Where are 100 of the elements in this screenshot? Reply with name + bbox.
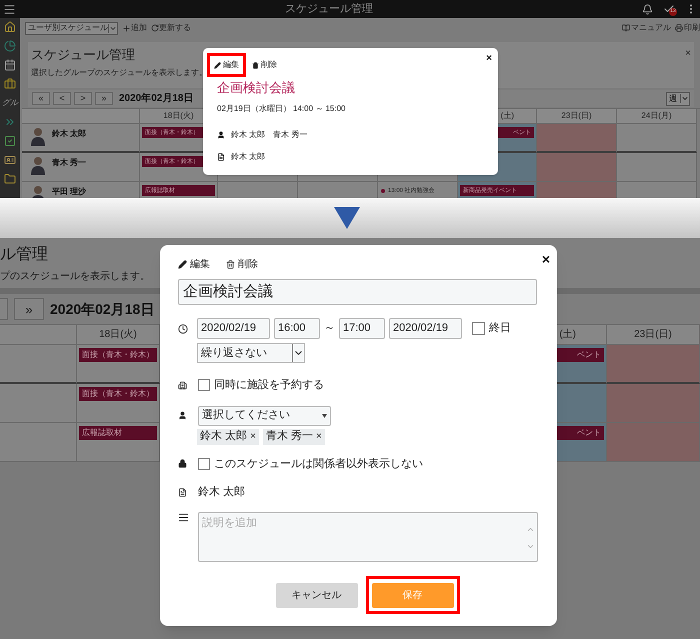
schedule-cell[interactable] <box>617 124 697 153</box>
schedule-cell[interactable] <box>607 423 700 462</box>
checkbox[interactable] <box>198 379 210 392</box>
header-cell: 23日(日) <box>607 325 700 345</box>
range-select[interactable]: 週 <box>666 92 690 106</box>
close-button[interactable]: × <box>542 249 550 270</box>
header-cell: 18日(火) <box>77 325 160 345</box>
person-icon <box>178 411 187 420</box>
nav-button[interactable]: » <box>14 298 44 320</box>
member-name: 平田 理沙 <box>52 186 86 198</box>
avatar-icon <box>30 126 46 146</box>
schedule-cell[interactable]: 広報誌取材 <box>77 423 160 462</box>
pencil-icon <box>214 62 221 68</box>
close-button[interactable]: × <box>685 48 691 60</box>
building-icon <box>178 380 187 390</box>
pie-chart-icon[interactable] <box>4 40 16 52</box>
description-icon <box>178 512 189 522</box>
edit-button[interactable]: 編集 <box>214 59 239 71</box>
lock-icon <box>178 459 187 468</box>
nav-button[interactable]: < <box>53 92 71 105</box>
delete-button[interactable]: 削除 <box>252 59 277 71</box>
remove-button[interactable]: × <box>250 432 256 442</box>
document-icon <box>217 152 225 160</box>
start-time-input[interactable]: 16:00 <box>274 318 320 339</box>
manual-link[interactable]: マニュアル <box>622 22 671 34</box>
schedule-cell[interactable]: 面接（青木・鈴木） <box>77 384 160 423</box>
member-name: 青木 秀一 <box>52 157 86 169</box>
checkbox[interactable] <box>472 322 485 335</box>
schedule-cell[interactable] <box>607 345 700 384</box>
cancel-button[interactable]: キャンセル <box>276 582 358 608</box>
checkbox[interactable] <box>198 458 210 470</box>
chevron-down-icon <box>292 344 304 362</box>
owner-name: 鈴木 太郎 <box>198 484 246 500</box>
print-button[interactable]: 印刷 <box>675 22 700 34</box>
checkbox-label: このスケジュールは関係者以外表示しない <box>214 456 423 472</box>
start-date-input[interactable]: 2020/02/19 <box>197 318 270 339</box>
view-select[interactable]: ユーザ別スケジュール <box>25 22 118 34</box>
current-date: 2020年02月18日 <box>119 92 194 106</box>
chevron-down-icon <box>680 94 689 103</box>
remove-button[interactable]: × <box>316 432 322 442</box>
trash-icon <box>226 260 235 268</box>
menu-icon[interactable] <box>3 2 16 16</box>
checkbox-icon[interactable] <box>4 135 16 147</box>
avatar-icon <box>30 155 46 175</box>
end-time-input[interactable]: 17:00 <box>339 318 385 339</box>
pencil-icon <box>178 260 187 268</box>
title-input[interactable]: 企画検討会議 <box>178 279 537 305</box>
checkbox-label: 同時に施設を予約する <box>214 378 324 393</box>
edit-button[interactable]: 編集 <box>178 256 210 272</box>
card-icon[interactable] <box>4 154 16 166</box>
refresh-button[interactable]: 更新する <box>151 22 191 34</box>
home-icon[interactable] <box>4 21 16 33</box>
panel-subtitle: 選択したグループのスケジュールを表示します。 <box>31 67 207 79</box>
header-cell: 24日(月) <box>617 109 697 124</box>
trash-icon <box>252 62 259 68</box>
app-title: スケジュール管理 <box>284 2 374 17</box>
close-button[interactable]: × <box>486 51 492 66</box>
event-bar[interactable]: 面接（青木・鈴木） <box>79 387 157 401</box>
event-title: 企画検討会議 <box>217 79 296 97</box>
attendee-chip: 青木 秀一 × <box>262 428 325 444</box>
owner-name: 鈴木 太郎 <box>231 150 266 162</box>
calendar-icon[interactable] <box>4 59 16 71</box>
schedule-cell[interactable] <box>617 153 697 182</box>
document-icon <box>178 488 187 497</box>
event-bar[interactable]: 広報誌取材 <box>79 426 157 440</box>
plus-icon <box>122 24 131 32</box>
nav-button[interactable] <box>0 298 8 320</box>
folder-icon[interactable] <box>4 173 16 185</box>
end-date-input[interactable]: 2020/02/19 <box>389 318 462 339</box>
schedule-cell[interactable]: 面接（青木・鈴木） <box>77 345 160 384</box>
attendee-chip: 鈴木 太郎 × <box>197 428 259 444</box>
dot-icon <box>381 188 385 192</box>
member-name: 鈴木 太郎 <box>52 128 86 140</box>
clock-icon <box>178 324 188 334</box>
schedule-cell[interactable] <box>607 384 700 423</box>
repeat-select[interactable]: 繰り返さない <box>197 343 305 363</box>
bell-icon[interactable] <box>642 4 653 14</box>
nav-button[interactable]: « <box>32 92 50 105</box>
event-bar[interactable]: 面接（青木・鈴木） <box>79 348 157 362</box>
attendee-select[interactable]: 選択してください <box>198 406 331 426</box>
check-icon[interactable] <box>663 3 675 15</box>
attendee-names: 鈴木 太郎 青木 秀一 <box>231 128 308 140</box>
dropdown-arrow-icon <box>322 414 327 418</box>
nav-button[interactable]: > <box>74 92 92 105</box>
printer-icon <box>675 24 683 32</box>
header-cell: 23日(日) <box>537 109 617 124</box>
person-icon <box>217 130 225 138</box>
briefcase-icon[interactable] <box>4 78 16 90</box>
chevron-down-icon <box>108 24 117 32</box>
schedule-cell[interactable] <box>537 124 617 153</box>
panel-subtitle: プのスケジュールを表示します。 <box>0 270 150 284</box>
current-date: 2020年02月18日 <box>50 300 154 318</box>
panel-title: ル管理 <box>0 245 48 265</box>
schedule-cell[interactable] <box>537 153 617 182</box>
nav-button[interactable]: » <box>95 92 113 105</box>
delete-button[interactable]: 削除 <box>226 256 258 272</box>
chevrons-icon[interactable] <box>4 116 16 128</box>
refresh-icon <box>151 24 159 32</box>
add-button[interactable]: 追加 <box>122 22 147 34</box>
sidebar-label[interactable]: グル <box>2 97 18 109</box>
